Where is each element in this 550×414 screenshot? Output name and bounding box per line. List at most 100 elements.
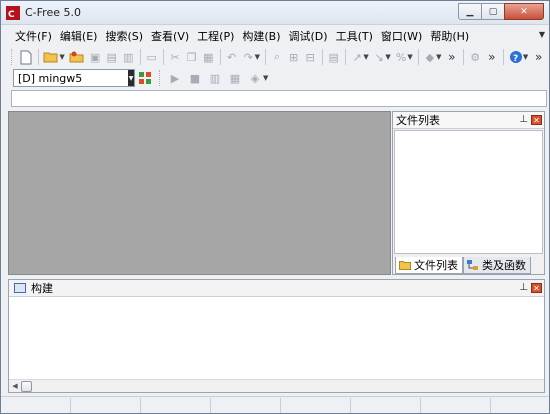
outdent-icon[interactable]: ↘: [373, 49, 386, 65]
save-icon[interactable]: ▤: [105, 49, 118, 65]
status-cell: [1, 398, 71, 413]
outdent-chevron-down-icon[interactable]: ▼: [385, 53, 390, 61]
pin-icon[interactable]: ⊥: [519, 114, 528, 125]
toolbar-separator: [219, 49, 221, 65]
open-chevron-down-icon[interactable]: ▼: [59, 53, 64, 61]
tab-classes-functions[interactable]: 类及函数: [463, 257, 531, 274]
toolbar-separator: [162, 49, 164, 65]
toolbar-separator: [139, 49, 141, 65]
close-button[interactable]: ✕: [504, 3, 544, 20]
svg-text:C: C: [8, 10, 15, 20]
tab-file-list[interactable]: 文件列表: [395, 257, 463, 274]
toolbar-overflow-icon-2[interactable]: »: [486, 49, 499, 65]
toolbar-separator: [37, 49, 39, 65]
toolbar-separator: [264, 49, 266, 65]
cut-icon[interactable]: ✂: [169, 49, 182, 65]
undo-icon[interactable]: ↶: [225, 49, 238, 65]
open-folder-icon[interactable]: [43, 49, 59, 65]
redo-chevron-down-icon[interactable]: ▼: [255, 53, 260, 61]
menu-help[interactable]: 帮助(H): [426, 28, 473, 44]
status-cell: [281, 398, 351, 413]
bookmark-chevron-down-icon[interactable]: ▼: [436, 53, 441, 61]
status-cell: [351, 398, 421, 413]
bookmark-icon[interactable]: ◆: [424, 49, 437, 65]
copy-icon[interactable]: ❐: [185, 49, 198, 65]
file-list-body[interactable]: [394, 130, 543, 254]
menubar-chevron-down-icon[interactable]: ▼: [539, 30, 545, 39]
menu-build[interactable]: 构建(B): [238, 28, 284, 44]
indent-chevron-down-icon[interactable]: ▼: [363, 53, 368, 61]
menu-project[interactable]: 工程(P): [193, 28, 238, 44]
toolbar-grip[interactable]: [159, 70, 162, 86]
toolbar-separator: [321, 49, 323, 65]
toolbar-grip[interactable]: [11, 49, 14, 65]
status-cell: [421, 398, 491, 413]
find-icon[interactable]: ⌕: [271, 49, 284, 65]
find-next-icon[interactable]: ⊞: [287, 49, 300, 65]
comment-icon[interactable]: %: [395, 49, 408, 65]
open-project-icon[interactable]: [69, 49, 85, 65]
status-cell: [71, 398, 141, 413]
minimize-button[interactable]: ▁: [458, 3, 482, 20]
build-horizontal-scrollbar[interactable]: ◀: [9, 379, 544, 392]
toolbar-separator: [344, 49, 346, 65]
comment-chevron-down-icon[interactable]: ▼: [407, 53, 412, 61]
cfree-app-icon: C: [6, 6, 20, 20]
toolbar-separator: [463, 49, 464, 65]
help-chevron-down-icon[interactable]: ▼: [523, 53, 528, 61]
menu-window[interactable]: 窗口(W): [377, 28, 426, 44]
status-cell: [141, 398, 211, 413]
indent-icon[interactable]: ↗: [351, 49, 364, 65]
paste-icon[interactable]: ▦: [202, 49, 215, 65]
menu-file[interactable]: 文件(F): [11, 28, 56, 44]
new-file-icon[interactable]: [19, 49, 33, 65]
options-icon[interactable]: ⚙: [469, 49, 482, 65]
goto-line-icon[interactable]: ▤: [327, 49, 340, 65]
compile-icon[interactable]: ▥: [207, 70, 223, 86]
menu-tools[interactable]: 工具(T): [332, 28, 377, 44]
toolbar-separator: [417, 49, 419, 65]
maximize-button[interactable]: ▢: [481, 3, 505, 20]
rebuild-icon[interactable]: ◈: [247, 70, 263, 86]
scroll-left-icon[interactable]: ◀: [9, 380, 21, 392]
folder-icon: [399, 260, 411, 271]
editor-area[interactable]: [8, 111, 391, 275]
file-list-panel: 文件列表 ⊥ ✕ 文件列表 类及函数: [392, 111, 545, 275]
menu-edit[interactable]: 编辑(E): [56, 28, 102, 44]
menu-search[interactable]: 搜索(S): [101, 28, 147, 44]
toolbar-overflow-icon-3[interactable]: »: [532, 49, 545, 65]
menu-view[interactable]: 查看(V): [147, 28, 193, 44]
title-bar: C C-Free 5.0 ▁ ▢ ✕: [1, 1, 549, 25]
file-list-panel-title: 文件列表: [396, 114, 440, 127]
toolbar-overflow-icon[interactable]: »: [446, 49, 459, 65]
class-tree-icon: [467, 259, 479, 271]
run-icon[interactable]: ▶: [167, 70, 183, 86]
window-title: C-Free 5.0: [25, 6, 81, 19]
compiler-chevron-down-icon[interactable]: ▼: [128, 70, 134, 86]
rebuild-chevron-down-icon[interactable]: ▼: [263, 74, 268, 82]
print-icon[interactable]: ▭: [145, 49, 158, 65]
compiler-select[interactable]: [D] mingw5 ▼: [13, 69, 135, 87]
compiler-select-value: [D] mingw5: [18, 72, 83, 85]
pin-icon[interactable]: ⊥: [519, 282, 528, 293]
panel-close-icon[interactable]: ✕: [531, 115, 542, 125]
svg-text:?: ?: [513, 54, 518, 64]
panel-close-icon[interactable]: ✕: [531, 283, 542, 293]
help-icon[interactable]: ?: [509, 49, 523, 65]
menu-debug[interactable]: 调试(D): [285, 28, 332, 44]
document-tab-strip[interactable]: [11, 90, 547, 107]
build-panel: 构建 ⊥ ✕ ◀: [8, 279, 545, 393]
stop-icon[interactable]: ■: [187, 70, 203, 86]
file-panel-tabs: 文件列表 类及函数: [395, 257, 531, 274]
scroll-thumb[interactable]: [21, 380, 32, 392]
toolbar-separator: [503, 49, 504, 65]
build-panel-header: 构建 ⊥ ✕: [9, 280, 544, 297]
save-all-icon[interactable]: ▥: [122, 49, 135, 65]
compiler-settings-icon[interactable]: [137, 70, 153, 86]
build-icon[interactable]: ▦: [227, 70, 243, 86]
status-bar: [1, 396, 549, 413]
close-file-icon[interactable]: ▣: [89, 49, 102, 65]
replace-icon[interactable]: ⊟: [304, 49, 317, 65]
redo-icon[interactable]: ↷: [242, 49, 255, 65]
main-window: C C-Free 5.0 ▁ ▢ ✕ 文件(F) 编辑(E) 搜索(S) 查看(…: [0, 0, 550, 414]
